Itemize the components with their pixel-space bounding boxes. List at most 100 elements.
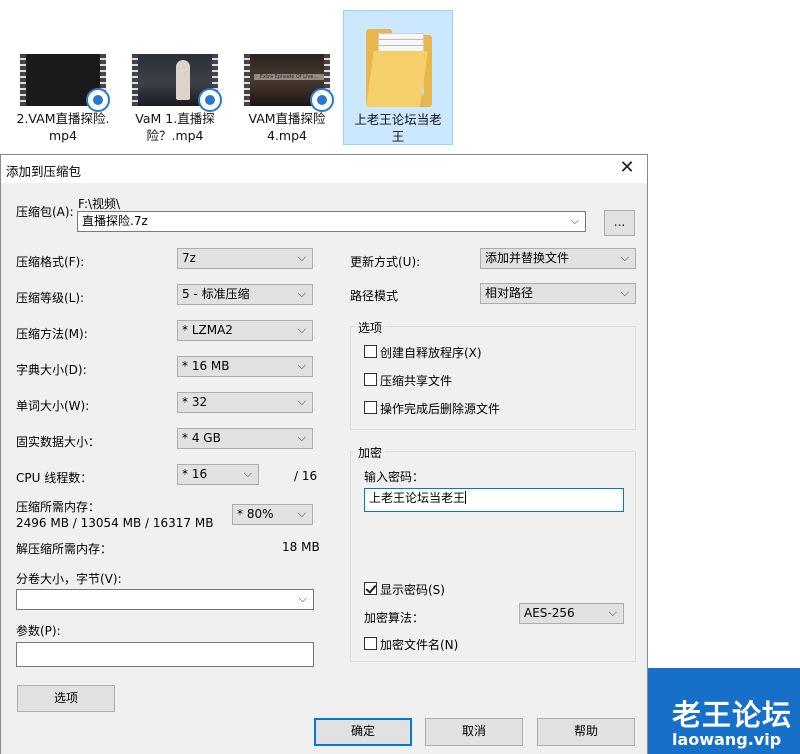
chevron-down-icon: ⌵ [297,359,306,372]
method-value: * LZMA2 [182,323,233,337]
thumbnail-figure [176,60,190,100]
level-value: 5 - 标准压缩 [182,287,250,301]
mem-comp-label: 压缩所需内存： [16,500,101,514]
password-value: 上老王论坛当老王 [369,491,466,505]
chevron-down-icon: ⌵ [297,323,306,336]
video-thumbnail [132,54,222,112]
film-strip-left [20,54,26,106]
show-password-label[interactable]: 显示密码(S) [380,581,445,598]
file-item-video-3[interactable]: Extra Episode Of Live... VAM直播探险 4.mp4 [232,10,342,145]
format-label: 压缩格式(F): [16,255,85,269]
file-name: VaM 1.直播探 险？.mp4 [135,111,215,143]
chevron-down-icon[interactable]: ⌵ [571,213,579,228]
video-thumbnail [20,54,110,112]
media-player-icon [198,88,222,112]
path-mode-select[interactable]: 相对路径 ⌵ [480,283,636,304]
password-input[interactable]: 上老王论坛当老王 [364,488,624,512]
folder-icon [366,29,432,109]
archive-label: 压缩包(A): [16,205,74,219]
text-caret [465,491,467,504]
screen: 2.VAM直播探险. mp4 VaM 1.直播探 险？.mp4 Extra Ep… [0,0,800,754]
delete-source-checkbox[interactable] [364,401,377,414]
archive-path: F:\视频\ [78,197,121,211]
method-label: 压缩方法(M): [16,327,88,341]
options-button[interactable]: 选项 [17,685,115,712]
mem-decomp-value: 18 MB [282,540,320,554]
threads-label: CPU 线程数： [16,471,93,485]
ok-button[interactable]: 确定 [314,718,412,746]
file-name: 2.VAM直播探险. mp4 [16,111,110,143]
threads-select[interactable]: * 16 ⌵ [177,464,259,485]
mem-decomp-label: 解压缩所需内存： [16,542,113,556]
chevron-down-icon[interactable]: ⌵ [299,591,307,606]
mem-comp-detail: 2496 MB / 13054 MB / 16317 MB [16,516,214,530]
mem-percent-select[interactable]: * 80% ⌵ [232,504,313,525]
format-value: 7z [182,251,196,265]
media-player-icon [310,88,334,112]
watermark-title: 老王论坛 [672,698,793,732]
film-strip-left [132,54,138,106]
sfx-checkbox[interactable] [364,345,377,358]
path-mode-label: 路径模式 [350,289,399,303]
watermark-subtitle: laowang.vip [672,730,782,749]
update-mode-select[interactable]: 添加并替换文件 ⌵ [480,248,636,269]
shared-label[interactable]: 压缩共享文件 [380,372,452,389]
dict-label: 字典大小(D): [16,363,87,377]
encrypt-names-label[interactable]: 加密文件名(N) [380,636,458,653]
format-select[interactable]: 7z ⌵ [177,248,313,269]
folder-item-selected[interactable]: 上老王论坛当老 王 [343,10,453,145]
watermark: 老王论坛 laowang.vip [648,668,800,754]
folder-name: 上老王论坛当老 王 [354,112,442,144]
mem-percent-value: * 80% [237,507,274,521]
thumbnail-caption: Extra Episode Of Live... [254,74,324,80]
archive-name-value: 直播探险.7z [82,214,148,228]
threads-max: / 16 [294,469,318,483]
encryption-group: 加密 输入密码： 上老王论坛当老王 显示密码(S) 加密算法： AES-256 ⌵… [350,444,636,662]
film-strip-left [244,54,250,106]
help-button[interactable]: 帮助 [537,718,635,746]
sfx-label[interactable]: 创建自释放程序(X) [380,344,482,361]
file-item-video-2[interactable]: VaM 1.直播探 险？.mp4 [120,10,230,145]
params-input[interactable] [16,642,314,667]
level-label: 压缩等级(L): [16,291,85,305]
shared-checkbox[interactable] [364,373,377,386]
video-thumbnail: Extra Episode Of Live... [244,54,334,112]
threads-value: * 16 [182,467,208,481]
encryption-group-title: 加密 [355,444,386,461]
show-password-checkbox[interactable] [364,582,377,595]
chevron-down-icon: ⌵ [297,507,306,520]
delete-source-label[interactable]: 操作完成后删除源文件 [380,400,500,417]
encryption-method-label: 加密算法： [364,611,425,625]
method-select[interactable]: * LZMA2 ⌵ [177,320,313,341]
file-name: VAM直播探险 4.mp4 [248,111,326,143]
volume-size-combobox[interactable]: ⌵ [16,589,314,610]
chevron-down-icon: ⌵ [297,251,306,264]
word-select[interactable]: * 32 ⌵ [177,392,313,413]
dialog-title: 添加到压缩包 [6,164,82,179]
word-label: 单词大小(W): [16,399,90,413]
path-mode-value: 相对路径 [485,286,534,300]
solid-value: * 4 GB [182,431,221,445]
browse-button[interactable]: ... [604,210,635,236]
dict-value: * 16 MB [182,359,230,373]
password-label: 输入密码： [364,470,425,484]
options-group: 选项 创建自释放程序(X) 压缩共享文件 操作完成后删除源文件 [350,319,636,430]
solid-select[interactable]: * 4 GB ⌵ [177,428,313,449]
cancel-button[interactable]: 取消 [425,718,523,746]
options-group-title: 选项 [355,319,386,336]
title-bar[interactable]: 添加到压缩包 ✕ [1,155,647,183]
chevron-down-icon: ⌵ [297,395,306,408]
encrypt-names-checkbox[interactable] [364,637,377,650]
solid-label: 固实数据大小： [16,435,101,449]
file-item-video-1[interactable]: 2.VAM直播探险. mp4 [8,10,118,145]
level-select[interactable]: 5 - 标准压缩 ⌵ [177,284,313,305]
chevron-down-icon: ⌵ [620,286,629,299]
archive-name-combobox[interactable]: 直播探险.7z ⌵ [77,211,586,232]
chevron-down-icon: ⌵ [620,251,629,264]
dict-select[interactable]: * 16 MB ⌵ [177,356,313,377]
add-to-archive-dialog: 添加到压缩包 ✕ 压缩包(A): F:\视频\ 直播探险.7z ⌵ ... 压缩… [0,154,648,754]
close-icon[interactable]: ✕ [617,158,637,178]
encryption-method-select[interactable]: AES-256 ⌵ [519,603,624,624]
media-player-icon [86,88,110,112]
word-value: * 32 [182,395,208,409]
